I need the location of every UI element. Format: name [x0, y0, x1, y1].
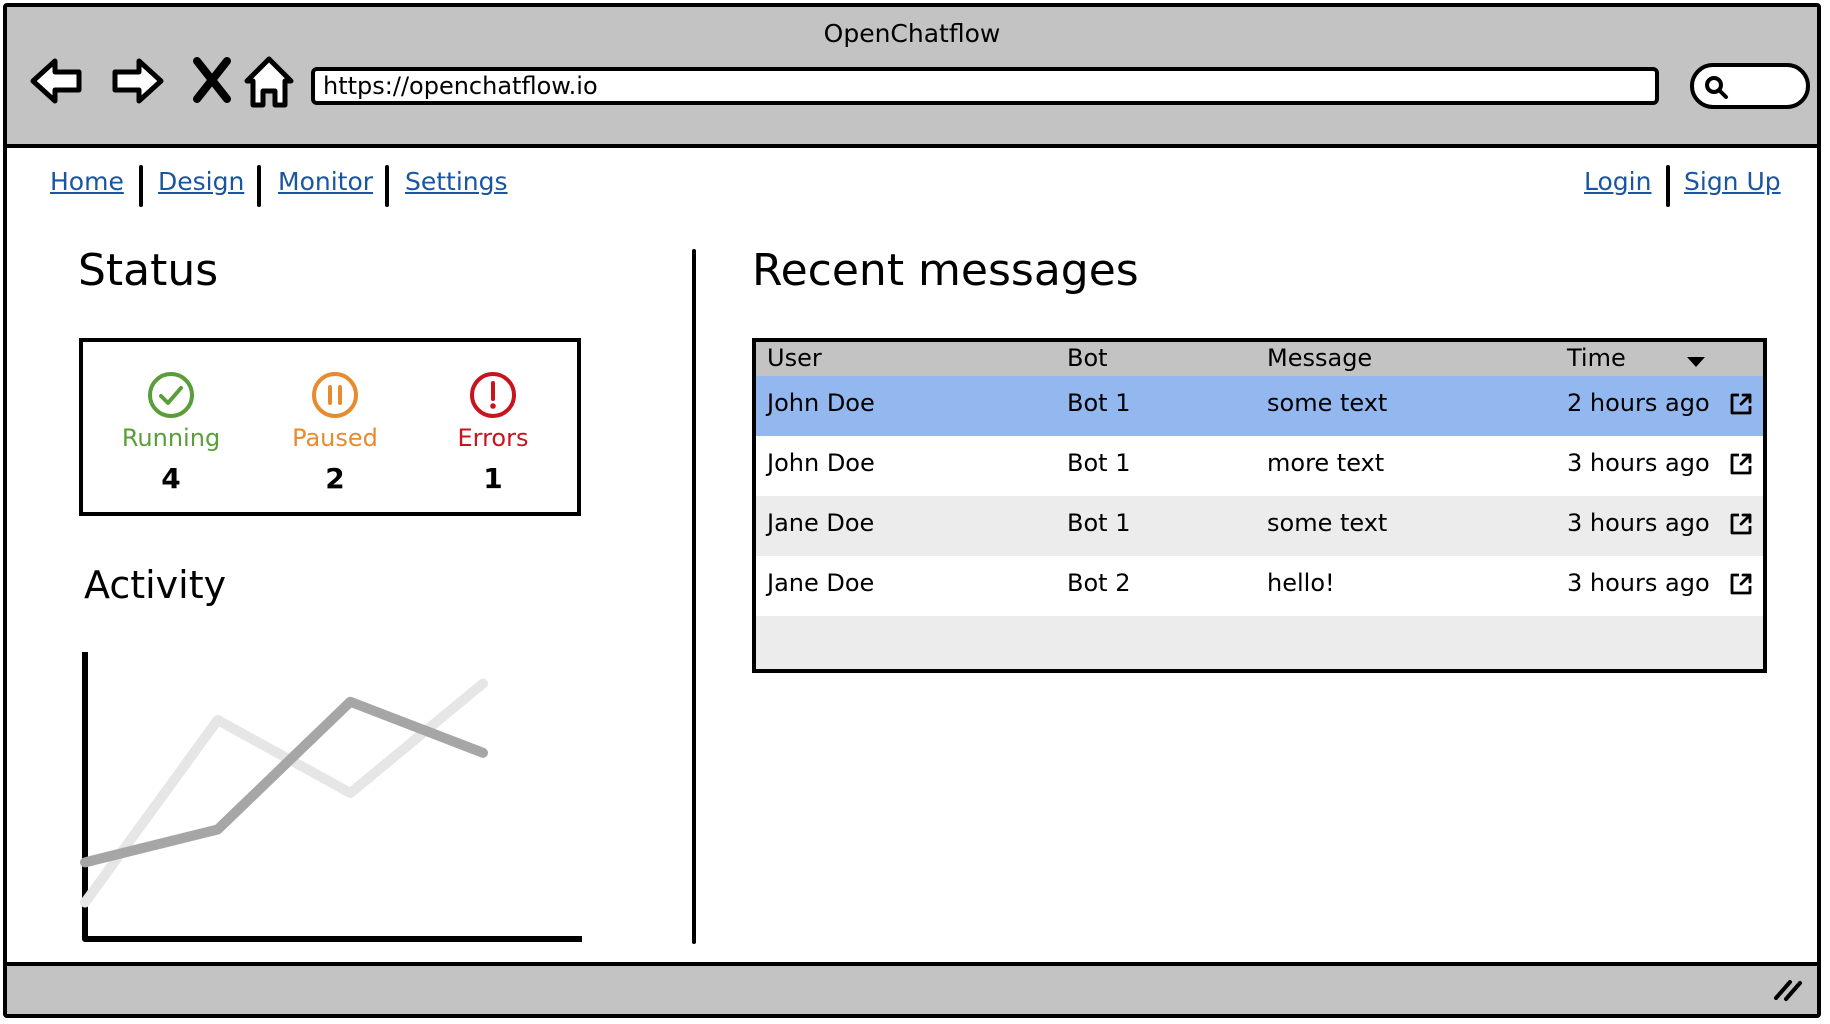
- cell-user: Jane Doe: [767, 509, 875, 537]
- cell-bot: Bot 1: [1067, 449, 1131, 477]
- nav-separator: [139, 165, 143, 207]
- cell-user: John Doe: [767, 389, 875, 417]
- forward-arrow-icon[interactable]: [107, 51, 167, 111]
- cell-user: John Doe: [767, 449, 875, 477]
- external-link-icon[interactable]: [1728, 511, 1754, 537]
- nav-design[interactable]: Design: [158, 167, 244, 196]
- column-header-time[interactable]: Time: [1567, 344, 1626, 372]
- sort-descending-icon[interactable]: [1686, 356, 1706, 368]
- table-row[interactable]: Jane Doe Bot 2 hello! 3 hours ago: [756, 556, 1763, 616]
- signup-link[interactable]: Sign Up: [1684, 167, 1781, 196]
- status-errors-label: Errors: [457, 424, 529, 452]
- column-header-bot[interactable]: Bot: [1067, 344, 1108, 372]
- activity-line-chart: [80, 652, 582, 942]
- nav-home[interactable]: Home: [50, 167, 124, 196]
- status-paused-count: 2: [325, 462, 345, 495]
- status-paused: Paused 2: [260, 370, 410, 495]
- status-heading: Status: [78, 245, 219, 296]
- cell-bot: Bot 1: [1067, 509, 1131, 537]
- cell-time: 3 hours ago: [1567, 509, 1710, 537]
- external-link-icon[interactable]: [1728, 391, 1754, 417]
- nav-design-link[interactable]: Design: [158, 167, 244, 196]
- cell-message: more text: [1267, 449, 1385, 477]
- column-header-user[interactable]: User: [767, 344, 822, 372]
- browser-titlebar: OpenChatflow https://openchatflow.io: [7, 7, 1817, 148]
- cell-message: some text: [1267, 509, 1388, 537]
- cell-time: 3 hours ago: [1567, 569, 1710, 597]
- nav-login[interactable]: Login: [1584, 167, 1651, 196]
- cell-user: Jane Doe: [767, 569, 875, 597]
- cell-time: 3 hours ago: [1567, 449, 1710, 477]
- cell-message: hello!: [1267, 569, 1335, 597]
- status-errors: Errors 1: [418, 370, 568, 495]
- column-divider: [692, 249, 696, 944]
- browser-window: OpenChatflow https://openchatflow.io Hom…: [3, 3, 1821, 1018]
- external-link-icon[interactable]: [1728, 451, 1754, 477]
- nav-separator: [385, 165, 389, 207]
- nav-home-link[interactable]: Home: [50, 167, 124, 196]
- resize-grip-icon[interactable]: [1773, 976, 1803, 1002]
- external-link-icon[interactable]: [1728, 571, 1754, 597]
- status-paused-label: Paused: [292, 424, 378, 452]
- check-circle-icon: [148, 372, 194, 418]
- nav-settings[interactable]: Settings: [405, 167, 508, 196]
- pause-circle-icon: [312, 372, 358, 418]
- nav-settings-link[interactable]: Settings: [405, 167, 508, 196]
- home-icon[interactable]: [239, 51, 299, 111]
- search-icon: [1705, 76, 1728, 99]
- cell-bot: Bot 2: [1067, 569, 1131, 597]
- nav-monitor[interactable]: Monitor: [278, 167, 373, 196]
- column-header-message[interactable]: Message: [1267, 344, 1372, 372]
- close-x-icon[interactable]: [183, 51, 243, 111]
- nav-separator: [1666, 165, 1670, 207]
- status-errors-count: 1: [483, 462, 503, 495]
- table-header: User Bot Message Time: [756, 342, 1763, 376]
- nav-signup[interactable]: Sign Up: [1684, 167, 1781, 196]
- nav-monitor-link[interactable]: Monitor: [278, 167, 373, 196]
- table-row[interactable]: Jane Doe Bot 1 some text 3 hours ago: [756, 496, 1763, 556]
- chart-series-line-2: [80, 696, 488, 868]
- back-arrow-icon[interactable]: [27, 51, 87, 111]
- browser-statusbar: [7, 962, 1817, 1014]
- messages-table: User Bot Message Time John Doe Bot 1 some …: [752, 338, 1767, 673]
- table-row[interactable]: John Doe Bot 1 more text 3 hours ago: [756, 436, 1763, 496]
- status-panel: Running 4 Paused 2 Errors 1: [79, 338, 581, 516]
- activity-heading: Activity: [84, 563, 227, 607]
- recent-messages-heading: Recent messages: [752, 245, 1139, 296]
- status-running: Running 4: [96, 370, 246, 495]
- status-running-label: Running: [121, 424, 221, 452]
- browser-search-box[interactable]: [1690, 63, 1810, 109]
- status-running-count: 4: [161, 462, 181, 495]
- cell-bot: Bot 1: [1067, 389, 1131, 417]
- url-input[interactable]: https://openchatflow.io: [311, 67, 1659, 105]
- login-link[interactable]: Login: [1584, 167, 1651, 196]
- nav-separator: [257, 165, 261, 207]
- exclamation-circle-icon: [470, 372, 516, 418]
- cell-time: 2 hours ago: [1567, 389, 1710, 417]
- table-row[interactable]: John Doe Bot 1 some text 2 hours ago: [756, 376, 1763, 436]
- chart-series-line-1: [80, 678, 488, 908]
- window-title: OpenChatflow: [823, 19, 1001, 48]
- cell-message: some text: [1267, 389, 1388, 417]
